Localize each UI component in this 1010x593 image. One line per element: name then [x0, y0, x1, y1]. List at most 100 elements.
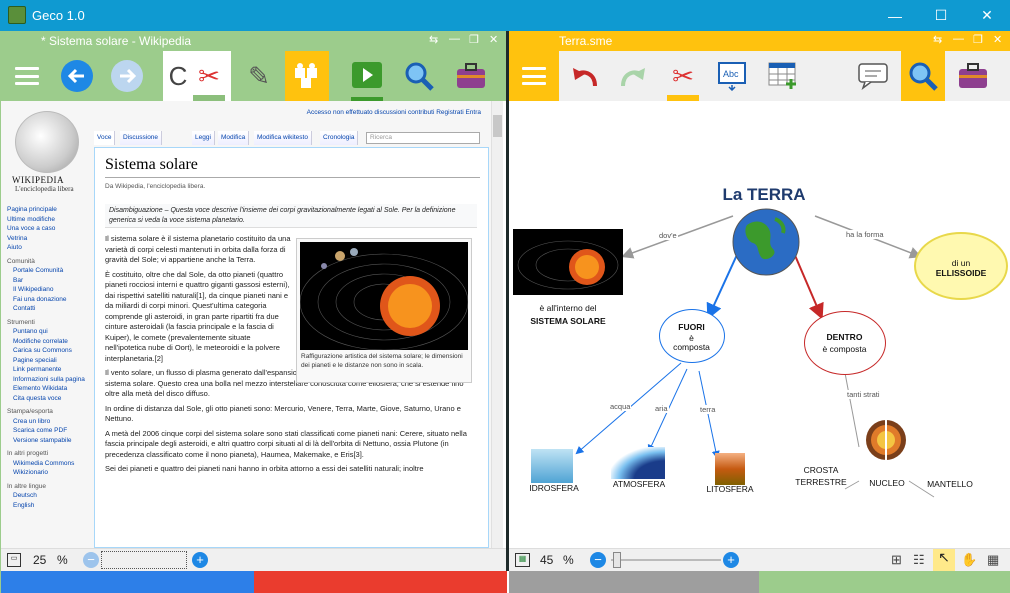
toolbox-button[interactable]	[449, 51, 493, 101]
forward-button[interactable]	[105, 51, 149, 101]
tab-modifica[interactable]: Modifica	[218, 131, 250, 145]
maximize-button[interactable]: ☐	[918, 0, 964, 31]
map-toolbox-button[interactable]	[951, 51, 995, 101]
nav-item[interactable]: Versione stampabile	[7, 436, 85, 446]
right-zoom-value[interactable]: 45	[540, 553, 553, 567]
view-mode-icon[interactable]: ▭	[7, 553, 21, 567]
nav-item[interactable]: Scarica come PDF	[7, 426, 85, 436]
back-button[interactable]	[55, 51, 99, 101]
idrosfera-image[interactable]	[531, 449, 573, 483]
nav-item[interactable]: Ultime modifiche	[7, 215, 85, 225]
insert-table-button[interactable]	[761, 51, 805, 101]
tab-cronologia[interactable]: Cronologia	[320, 131, 359, 145]
redo-button[interactable]	[611, 51, 655, 101]
tab-discussione[interactable]: Discussione	[120, 131, 163, 145]
nav-item[interactable]: Bar	[7, 276, 85, 286]
magic-wand-icon: ✎	[248, 60, 270, 91]
map-cut-button[interactable]: ✂	[661, 51, 705, 101]
right-close-icon[interactable]: ✕	[993, 33, 1002, 46]
zoom-in-button[interactable]: +	[723, 552, 739, 568]
right-tab-bar: Terra.sme ⇆ — ❐ ✕	[509, 31, 1010, 51]
nav-item[interactable]: Puntano qui	[7, 327, 85, 337]
left-zoom-value[interactable]: 25	[33, 553, 46, 567]
pan-hand-icon[interactable]: ✋	[961, 552, 977, 568]
select-pointer-icon[interactable]: ↖	[933, 549, 955, 571]
wiki-vertical-scrollbar[interactable]	[491, 101, 503, 548]
nav-item[interactable]: Contatti	[7, 304, 85, 314]
right-minimize-icon[interactable]: —	[953, 33, 964, 45]
nav-item[interactable]: Il Wikipediano	[7, 285, 85, 295]
menu-button[interactable]	[5, 51, 49, 101]
earth-globe-image[interactable]	[731, 207, 801, 277]
nav-item[interactable]: Crea un libro	[7, 417, 85, 427]
wikipedia-globe-logo[interactable]	[15, 111, 79, 173]
earth-layers-image[interactable]	[865, 419, 907, 461]
layout-list-icon[interactable]: ☷	[913, 552, 925, 568]
tab-voce[interactable]: Voce	[94, 131, 116, 145]
nav-item[interactable]: Wikizionario	[7, 468, 85, 478]
crosta-label-2: TERRESTRE	[795, 477, 847, 487]
user-top-links[interactable]: Accesso non effettuato discussioni contr…	[307, 109, 481, 116]
nav-item[interactable]: Wikimedia Commons	[7, 459, 85, 469]
grid-icon[interactable]: ▦	[987, 552, 999, 568]
map-overview-icon[interactable]: ▦	[515, 553, 530, 567]
tab-leggi[interactable]: Leggi	[192, 131, 215, 145]
map-search-button[interactable]	[901, 51, 945, 101]
wiki-search-input[interactable]: Ricerca	[366, 132, 480, 144]
close-button[interactable]: ✕	[964, 0, 1010, 31]
nav-item[interactable]: Link permanente	[7, 365, 85, 375]
play-icon	[352, 62, 382, 88]
nav-item[interactable]: Elemento Wikidata	[7, 384, 85, 394]
nav-item[interactable]: Pagine speciali	[7, 356, 85, 366]
zoom-in-button[interactable]: +	[192, 552, 208, 568]
solar-system-image[interactable]	[300, 242, 468, 350]
map-menu-button[interactable]	[509, 51, 559, 101]
nav-item[interactable]: Carica su Commons	[7, 346, 85, 356]
insert-text-button[interactable]: Abc	[711, 51, 755, 101]
fuori-node[interactable]: FUORI è composta	[659, 309, 725, 363]
layout-tree-icon[interactable]: ⊞	[891, 552, 902, 568]
ellissoide-node[interactable]: di un ELLISSOIDE	[914, 232, 1008, 300]
tab-modifica-wikitesto[interactable]: Modifica wikitesto	[254, 131, 312, 145]
comment-button[interactable]	[851, 51, 895, 101]
nav-item[interactable]: Vetrina	[7, 234, 85, 244]
nav-item[interactable]: Cita questa voce	[7, 394, 85, 404]
zoom-slider-thumb[interactable]	[613, 552, 621, 568]
sidebar-nav: Pagina principale Ultime modifiche Una v…	[7, 205, 85, 510]
minimize-button[interactable]: —	[872, 0, 918, 31]
right-restore-icon[interactable]: ❐	[973, 33, 983, 46]
concept-map-canvas[interactable]: La TERRA è all'interno del SISTEMA SOLAR…	[509, 101, 1010, 548]
litosfera-image[interactable]	[715, 453, 745, 485]
nav-item[interactable]: Aiuto	[7, 243, 85, 253]
left-close-icon[interactable]: ✕	[489, 33, 498, 46]
litosfera-label: LITOSFERA	[706, 484, 754, 494]
nav-item[interactable]: Modifiche correlate	[7, 337, 85, 347]
zoom-slider[interactable]	[611, 559, 721, 561]
disambiguation-note[interactable]: Disambiguazione – Questa voce descrive l…	[105, 204, 477, 228]
swap-panes-icon[interactable]: ⇆	[933, 33, 942, 46]
cut-button[interactable]: ✂	[187, 51, 231, 101]
nav-item[interactable]: Pagina principale	[7, 205, 85, 215]
zoom-slider[interactable]	[101, 551, 187, 569]
nav-item[interactable]: Fai una donazione	[7, 295, 85, 305]
play-button[interactable]	[345, 51, 389, 101]
zoom-out-button[interactable]: −	[590, 552, 606, 568]
zoom-out-button[interactable]: −	[83, 552, 99, 568]
undo-button[interactable]	[563, 51, 607, 101]
nav-item[interactable]: Portale Comunità	[7, 266, 85, 276]
left-restore-icon[interactable]: ❐	[469, 33, 479, 46]
solar-system-node-image[interactable]	[513, 229, 623, 295]
swap-panes-icon[interactable]: ⇆	[429, 33, 438, 46]
dentro-node[interactable]: DENTRO è composta	[804, 311, 886, 375]
puzzle-button[interactable]	[285, 51, 329, 101]
left-minimize-icon[interactable]: —	[449, 33, 460, 45]
atmosfera-image[interactable]	[611, 447, 665, 479]
nav-item[interactable]: Deutsch	[7, 491, 85, 501]
map-title[interactable]: La TERRA	[704, 185, 824, 205]
nav-item[interactable]: Una voce a caso	[7, 224, 85, 234]
magic-wand-button[interactable]: ✎	[237, 51, 281, 101]
scrollbar-thumb[interactable]	[493, 115, 502, 137]
search-button[interactable]	[397, 51, 441, 101]
nav-item[interactable]: English	[7, 501, 85, 511]
nav-item[interactable]: Informazioni sulla pagina	[7, 375, 85, 385]
